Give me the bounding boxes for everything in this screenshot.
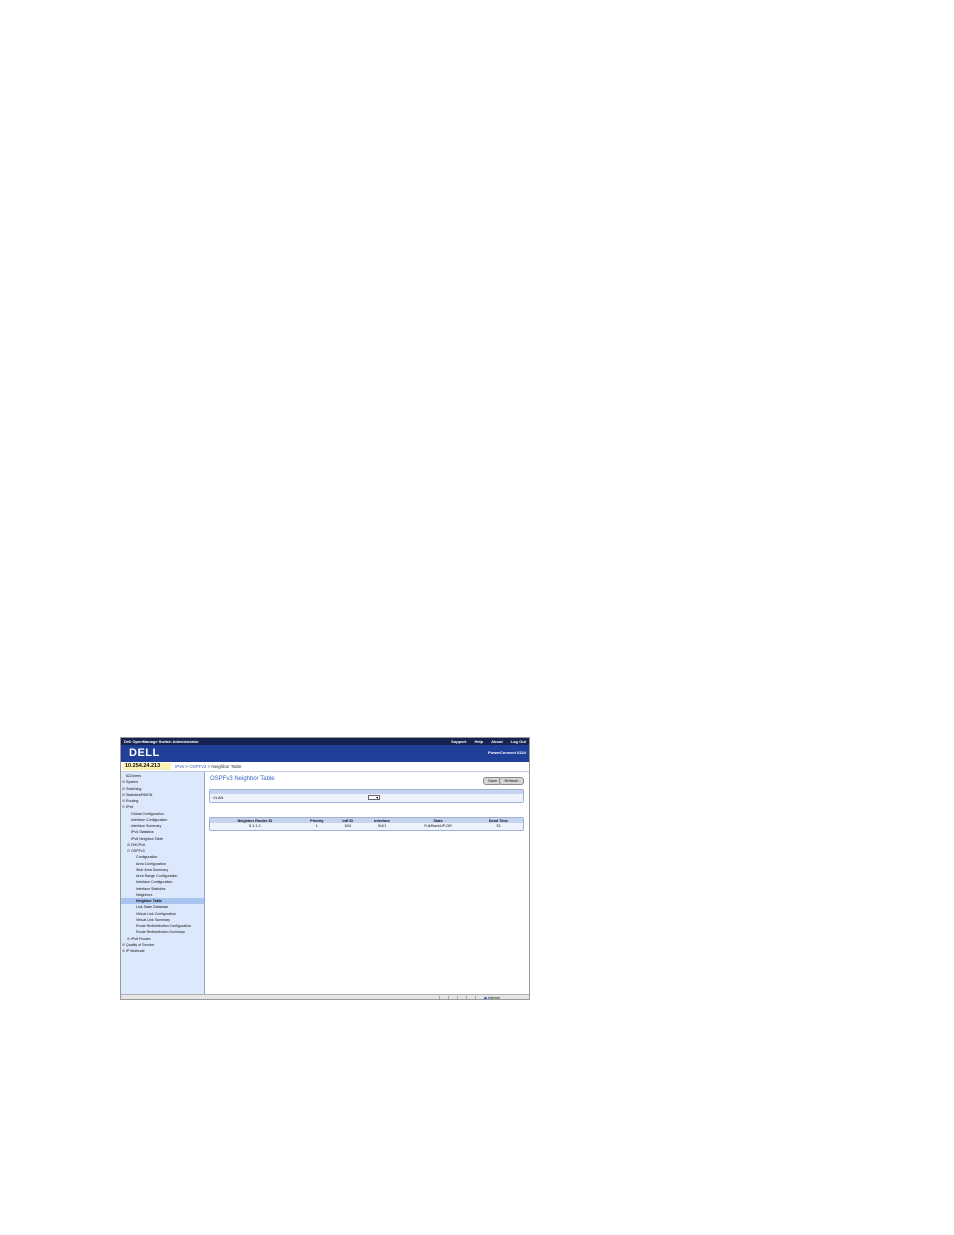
page-title: OSPFv3 Neighbor Table: [210, 776, 275, 782]
table-cell: 1: [299, 823, 334, 829]
sidebar-item-label: Route Redistribution Summary: [136, 930, 185, 935]
breadcrumb-current: Neighbor Table: [211, 764, 242, 769]
zone-label: Internet: [488, 996, 500, 1000]
table-cell: 33: [473, 823, 523, 829]
sidebar-item-label: Global Configuration: [131, 811, 164, 816]
sidebar-item-label: DHCPv6: [131, 842, 145, 847]
status-cell: [439, 996, 448, 999]
sidebar-item-label: Switching: [126, 786, 142, 791]
sidebar-item-label: IPv6 Statistics: [131, 830, 154, 835]
sidebar-item-label: Interface Statistics: [136, 886, 166, 891]
vlan-panel: VLAN ▼: [209, 789, 524, 803]
browser-window: Dell OpenManage Switch Administrator Sup…: [120, 737, 530, 1000]
sidebar-item-label: Virtual Link Configuration: [136, 911, 177, 916]
sidebar-item-label: IPv6 Neighbor Table: [131, 836, 164, 841]
sidebar-item-label: Interface Configuration: [131, 817, 168, 822]
about-link[interactable]: About: [491, 738, 503, 745]
sidebar-item-label: IP Multicast: [126, 949, 145, 953]
table-cell: Full/BackUP-DR: [402, 823, 474, 829]
sidebar-item-label: Route Redistribution Configuration: [136, 924, 191, 928]
vlan-row: VLAN ▼: [210, 794, 523, 802]
sidebar-item[interactable]: ⊞IP Multicast: [121, 948, 204, 954]
vlan-select[interactable]: ▼: [368, 795, 380, 800]
sidebar-item-label: Area Configuration: [136, 861, 166, 866]
chevron-down-icon: ▼: [375, 796, 379, 800]
switch-ip: 10.254.24.213: [123, 763, 171, 770]
security-zone: Internet: [484, 995, 500, 1000]
support-link[interactable]: Support: [451, 738, 466, 745]
breadcrumb-ospfv3[interactable]: OSPFv3: [189, 764, 206, 769]
product-name: PowerConnect 6224: [487, 750, 526, 755]
sidebar-item-label: 6224rees: [126, 774, 141, 778]
table-cell: 5.1.1.2: [210, 823, 300, 829]
sidebar-item-label: System: [126, 780, 138, 785]
refresh-button[interactable]: Refresh: [499, 777, 524, 785]
title-bar: Dell OpenManage Switch Administrator Sup…: [121, 738, 529, 745]
sidebar-item-label: Quality of Service: [126, 942, 155, 947]
globe-icon: [484, 996, 487, 999]
sidebar-item-label: Virtual Link Summary: [136, 917, 171, 922]
sidebar-item-label: Interface Summary: [131, 824, 162, 828]
status-cell: [475, 996, 484, 999]
window-title: Dell OpenManage Switch Administrator: [124, 739, 199, 744]
table-row: 5.1.1.2 1 634 0/4/1 Full/BackUP-DR 33: [210, 823, 523, 829]
main-content: OSPFv3 Neighbor Table Save Refresh VLAN …: [206, 772, 529, 994]
neighbor-table: Neighbor Router ID Priority Intf ID Interfa…: [210, 818, 523, 829]
status-cell: [466, 996, 475, 999]
sidebar-item-label: Stub Area Summary: [136, 867, 169, 872]
top-links: Support Help About Log Out: [451, 738, 526, 745]
sidebar-item-label: Neighbor Table: [136, 899, 162, 903]
banner: DELL PowerConnect 6224: [121, 745, 529, 763]
breadcrumb-separator: >: [207, 764, 211, 769]
breadcrumb-ipv6[interactable]: IPv6: [175, 764, 184, 769]
logout-link[interactable]: Log Out: [511, 738, 526, 745]
sidebar-item-label: IPv6 Routes: [131, 936, 151, 941]
breadcrumb-bar: 10.254.24.213 IPv6 > OSPFv3 > Neighbor T…: [121, 762, 529, 772]
sidebar-item-label: Interface Configuration: [136, 880, 173, 885]
sidebar-item-label: Statistics/RMON: [126, 792, 153, 797]
breadcrumb-separator: >: [185, 764, 188, 769]
vlan-label: VLAN: [213, 795, 224, 800]
sidebar-item-label: Routing: [126, 799, 139, 803]
sidebar-item-label: Configuration: [136, 855, 158, 860]
navigation-tree: 6224rees ⊞System ⊞Switching ⊞Statistics/RMO…: [121, 772, 205, 994]
help-link[interactable]: Help: [474, 738, 483, 745]
sidebar-item-label: Link State Database: [136, 905, 169, 910]
status-bar: Internet: [121, 994, 529, 1000]
table-cell: 0/4/1: [361, 823, 403, 829]
status-cell: [457, 996, 466, 999]
dell-logo: DELL: [129, 747, 160, 759]
table-cell: 634: [333, 823, 362, 829]
sidebar-item-label: Neighbors: [136, 892, 153, 897]
sidebar-item-label: IPv6: [126, 805, 134, 810]
status-cell: [448, 996, 457, 999]
breadcrumb: IPv6 > OSPFv3 > Neighbor Table: [175, 762, 242, 771]
neighbor-table-panel: Neighbor Router ID Priority Intf ID Interfa…: [209, 817, 524, 831]
sidebar-item-label: Area Range Configuration: [136, 874, 178, 878]
sidebar-item-label: OSPFv3: [131, 849, 145, 853]
